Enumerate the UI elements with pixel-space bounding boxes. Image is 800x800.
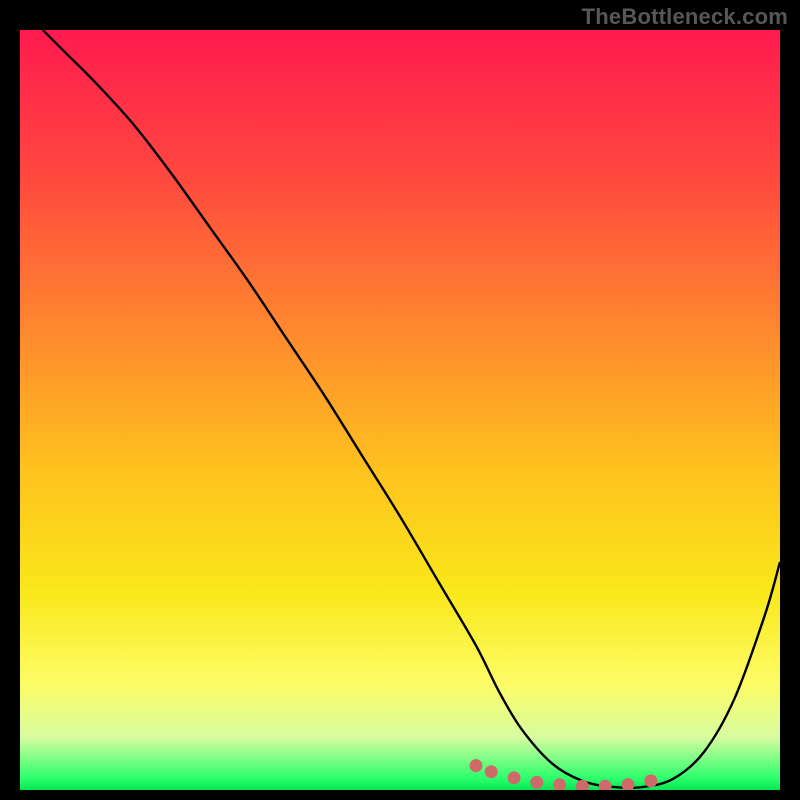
gradient-background [20,30,780,790]
marker-dot [485,765,498,778]
marker-dot [470,759,483,772]
bottleneck-chart [20,30,780,790]
chart-frame: TheBottleneck.com [0,0,800,800]
marker-dot [644,774,657,787]
chart-svg [20,30,780,790]
marker-dot [508,771,521,784]
watermark-text: TheBottleneck.com [582,4,788,30]
marker-dot [530,776,543,789]
